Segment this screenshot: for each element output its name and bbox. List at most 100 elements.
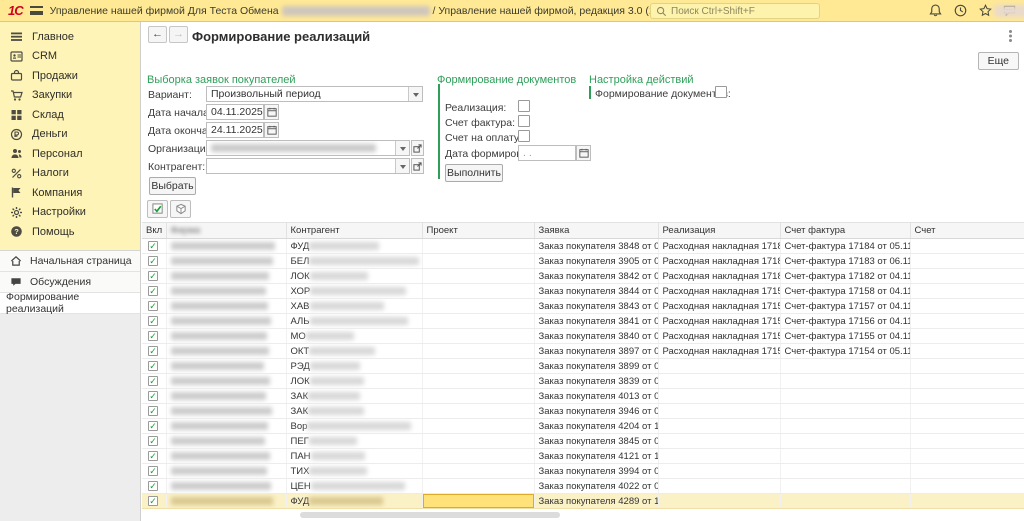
- check-all-button[interactable]: [147, 200, 168, 218]
- formation-date-input[interactable]: . .: [518, 145, 576, 161]
- row-checkbox[interactable]: ✓: [148, 285, 158, 296]
- sidebar-item-prodazhi[interactable]: Продажи: [0, 66, 140, 86]
- counterparty-input[interactable]: [206, 158, 410, 174]
- tab-formirovanie-realizaciy[interactable]: Формирование реализаций: [0, 291, 140, 315]
- table-row[interactable]: ✓ ТИХ Заказ покупателя 3994 от 06.11...: [142, 463, 1024, 479]
- table-row[interactable]: ✓ ЗАК Заказ покупателя 3946 от 06.11...: [142, 403, 1024, 419]
- back-button[interactable]: ←: [148, 26, 167, 43]
- row-schet-cell: [910, 403, 1024, 419]
- table-row[interactable]: ✓ ХОР Заказ покупателя 3844 от 04.11... …: [142, 283, 1024, 299]
- table-row[interactable]: ✓ АЛЬ Заказ покупателя 3841 от 04.11... …: [142, 313, 1024, 329]
- variant-select[interactable]: Произвольный период: [206, 86, 423, 102]
- row-checkbox[interactable]: ✓: [148, 420, 158, 431]
- row-checkbox[interactable]: ✓: [148, 330, 158, 341]
- more-menu-dots-icon[interactable]: [1009, 30, 1012, 33]
- select-button[interactable]: Выбрать: [149, 177, 196, 195]
- organization-input[interactable]: [206, 140, 410, 156]
- row-project-cell: [422, 403, 535, 419]
- row-firm-cell: [166, 343, 287, 359]
- row-checkbox[interactable]: ✓: [148, 435, 158, 446]
- row-invoice-cell: [780, 418, 911, 434]
- chevron-down-icon[interactable]: [395, 141, 409, 155]
- counterparty-open-button[interactable]: [411, 158, 424, 174]
- col-header-firma[interactable]: Фирма: [166, 222, 287, 239]
- sidebar-item-nastroyki[interactable]: Настройки: [0, 203, 140, 223]
- col-header-proekt[interactable]: Проект: [422, 222, 535, 239]
- payment-invoice-checkbox[interactable]: [518, 130, 530, 142]
- row-checkbox[interactable]: ✓: [148, 315, 158, 326]
- col-header-realizaciya[interactable]: Реализация: [658, 222, 781, 239]
- row-checkbox[interactable]: ✓: [148, 450, 158, 461]
- sidebar-item-kompaniya[interactable]: Компания: [0, 183, 140, 203]
- table-row[interactable]: ✓ РЭД Заказ покупателя 3899 от 05.11...: [142, 358, 1024, 374]
- col-header-zayavka[interactable]: Заявка: [534, 222, 659, 239]
- sidebar-item-glavnoe[interactable]: Главное: [0, 27, 140, 47]
- row-checkbox[interactable]: ✓: [148, 255, 158, 266]
- table-row[interactable]: ✓ МО Заказ покупателя 3840 от 04.11... Р…: [142, 328, 1024, 344]
- row-checkbox[interactable]: ✓: [148, 300, 158, 311]
- row-checkbox[interactable]: ✓: [148, 375, 158, 386]
- favorites-star-icon[interactable]: [978, 3, 994, 19]
- date-start-input[interactable]: 04.11.2025: [206, 104, 264, 120]
- sidebar-item-personal[interactable]: Персонал: [0, 144, 140, 164]
- table-row[interactable]: ✓ ФУД Заказ покупателя 4289 от 13.11...: [142, 493, 1024, 509]
- hamburger-icon[interactable]: [29, 6, 43, 15]
- invoice-checkbox[interactable]: [518, 115, 530, 127]
- table-row[interactable]: ✓ ПАН Заказ покупателя 4121 от 10.11...: [142, 448, 1024, 464]
- execute-button[interactable]: Выполнить: [445, 164, 503, 182]
- sidebar-item-nalogi[interactable]: Налоги: [0, 164, 140, 184]
- table-row[interactable]: ✓ ХАВ Заказ покупателя 3843 от 04.11... …: [142, 298, 1024, 314]
- row-checkbox[interactable]: ✓: [148, 480, 158, 491]
- counterparty-label: Контрагент:: [148, 161, 206, 173]
- date-start-calendar-button[interactable]: [264, 104, 279, 120]
- chevron-down-icon[interactable]: [408, 87, 422, 101]
- chevron-down-icon[interactable]: [395, 159, 409, 173]
- horizontal-scrollbar[interactable]: [300, 512, 560, 518]
- date-end-input[interactable]: 24.11.2025: [206, 122, 264, 138]
- firm-redacted: [170, 361, 264, 370]
- sidebar-item-sklad[interactable]: Склад: [0, 105, 140, 125]
- col-header-schet-faktura[interactable]: Счет фактура: [780, 222, 911, 239]
- col-header-kontragent[interactable]: Контрагент: [286, 222, 423, 239]
- col-header-vkl[interactable]: Вкл: [142, 222, 167, 239]
- formation-date-calendar-button[interactable]: [576, 145, 591, 161]
- uncheck-all-button[interactable]: [170, 200, 191, 218]
- col-header-schet[interactable]: Счет: [910, 222, 1024, 239]
- tab-discussions[interactable]: Обсуждения: [0, 271, 140, 293]
- row-checkbox[interactable]: ✓: [148, 345, 158, 356]
- table-row[interactable]: ✓ ФУД Заказ покупателя 3848 от 04.11... …: [142, 238, 1024, 254]
- table-row[interactable]: ✓ Вор Заказ покупателя 4204 от 11.11...: [142, 418, 1024, 434]
- search-input[interactable]: [671, 5, 801, 17]
- more-button[interactable]: Еще: [977, 52, 1019, 70]
- sidebar-item-crm[interactable]: CRM: [0, 47, 140, 67]
- organization-open-button[interactable]: [411, 140, 424, 156]
- table-row[interactable]: ✓ ЗАК Заказ покупателя 4013 от 07.11...: [142, 388, 1024, 404]
- table-row[interactable]: ✓ БЕЛ Заказ покупателя 3905 от 05.11... …: [142, 253, 1024, 269]
- row-checkbox[interactable]: ✓: [148, 390, 158, 401]
- table-row[interactable]: ✓ ЛОК Заказ покупателя 3842 от 04.11... …: [142, 268, 1024, 284]
- table-row[interactable]: ✓ ОКТ Заказ покупателя 3897 от 05.11... …: [142, 343, 1024, 359]
- table-row[interactable]: ✓ ЦЕН Заказ покупателя 4022 от 07.11...: [142, 478, 1024, 494]
- sidebar-item-label: Настройки: [32, 206, 86, 219]
- row-checkbox[interactable]: ✓: [148, 270, 158, 281]
- row-project-cell: [422, 328, 535, 344]
- table-row[interactable]: ✓ ПЕГ Заказ покупателя 3845 от 04.11...: [142, 433, 1024, 449]
- global-search[interactable]: [650, 3, 820, 19]
- sidebar-item-dengi[interactable]: Деньги: [0, 125, 140, 145]
- notifications-bell-icon[interactable]: [928, 3, 944, 19]
- row-checkbox[interactable]: ✓: [148, 240, 158, 251]
- date-end-calendar-button[interactable]: [264, 122, 279, 138]
- row-checkbox[interactable]: ✓: [148, 495, 158, 506]
- row-checkbox[interactable]: ✓: [148, 360, 158, 371]
- sidebar-item-zakupki[interactable]: Закупки: [0, 86, 140, 106]
- table-row[interactable]: ✓ ЛОК Заказ покупателя 3839 от 04.11...: [142, 373, 1024, 389]
- realization-checkbox[interactable]: [518, 100, 530, 112]
- row-check-cell: ✓: [142, 373, 167, 389]
- row-checkbox[interactable]: ✓: [148, 405, 158, 416]
- tab-home[interactable]: Начальная страница: [0, 250, 140, 272]
- doc-formation-checkbox[interactable]: [715, 86, 727, 98]
- forward-button[interactable]: →: [169, 26, 188, 43]
- sidebar-item-pomosch[interactable]: ? Помощь: [0, 222, 140, 242]
- history-icon[interactable]: [953, 3, 969, 19]
- row-checkbox[interactable]: ✓: [148, 465, 158, 476]
